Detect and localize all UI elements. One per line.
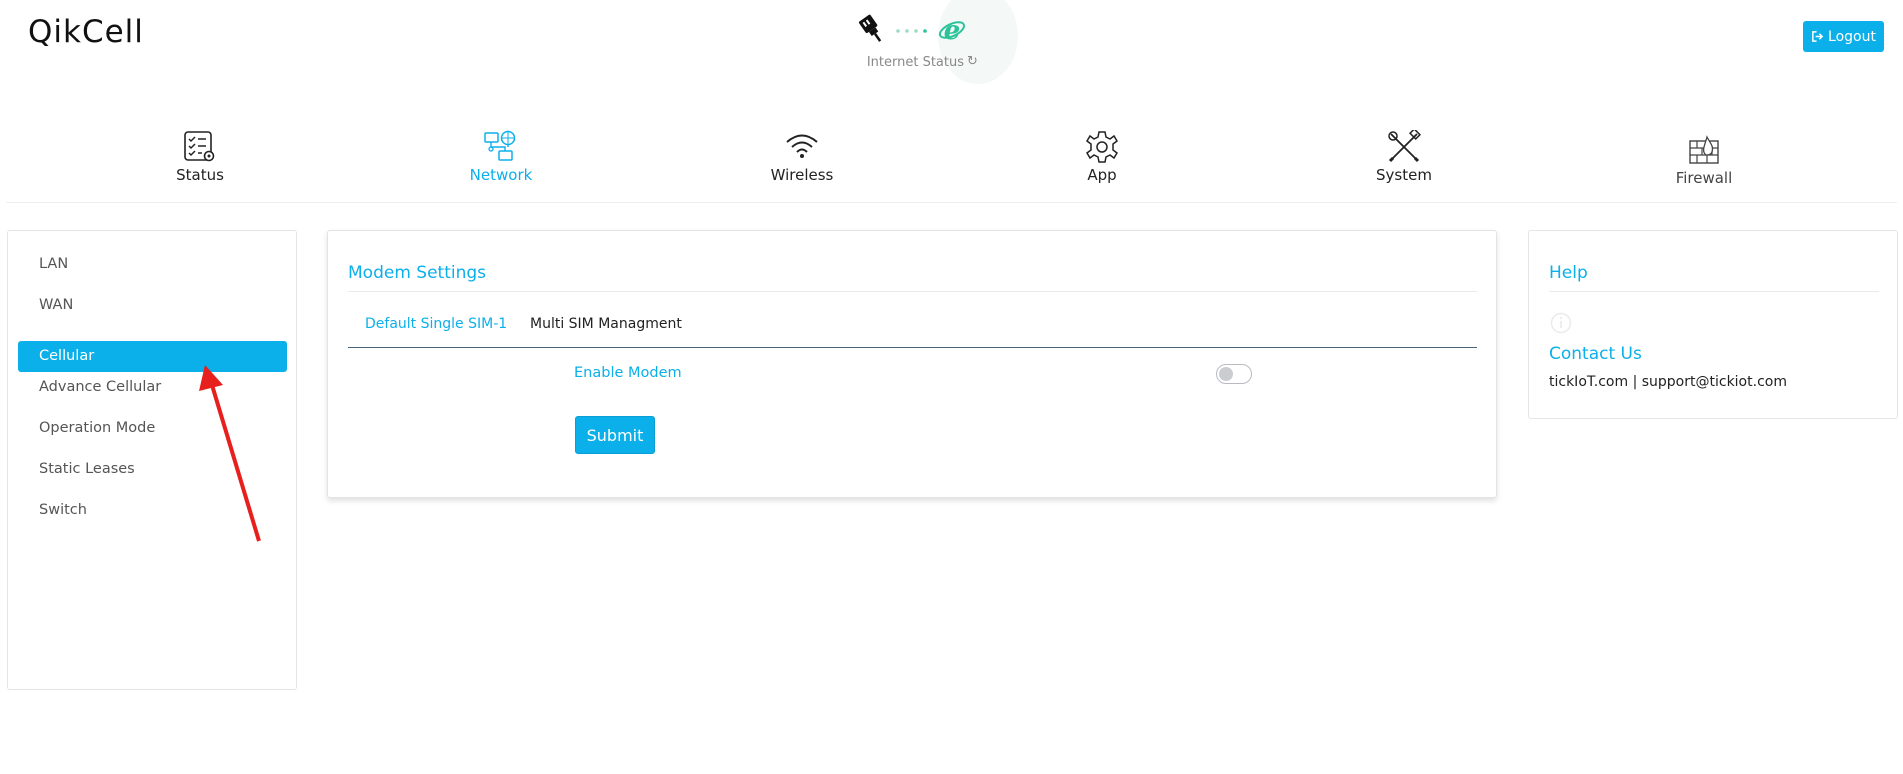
help-title: Help	[1549, 263, 1588, 283]
svg-text:e: e	[944, 16, 961, 44]
sidebar-item-cellular[interactable]: Cellular	[18, 341, 287, 372]
nav-app-label: App	[1087, 166, 1117, 184]
logout-label: Logout	[1828, 28, 1876, 45]
sidebar: LAN WAN Cellular Advance Cellular Operat…	[7, 230, 297, 690]
nav-system[interactable]: System	[1344, 130, 1464, 184]
sidebar-item-switch[interactable]: Switch	[18, 495, 287, 526]
submit-button[interactable]: Submit	[575, 416, 655, 454]
sidebar-item-operation-mode[interactable]: Operation Mode	[18, 413, 287, 444]
app-logo: QikCell	[28, 14, 144, 50]
sign-out-icon	[1812, 31, 1824, 42]
modem-settings-title: Modem Settings	[348, 263, 487, 283]
help-card: Help Contact Us tickIoT.com | support@ti…	[1528, 230, 1898, 419]
gear-icon	[1086, 131, 1118, 163]
enable-modem-toggle[interactable]	[1216, 364, 1252, 384]
refresh-icon[interactable]: ↻	[967, 54, 978, 69]
contact-info[interactable]: tickIoT.com | support@tickiot.com	[1549, 374, 1787, 390]
tab-divider	[348, 347, 1477, 348]
connection-dots	[896, 29, 927, 33]
nav-divider	[6, 202, 1897, 203]
nav-wireless-label: Wireless	[770, 166, 834, 184]
card-divider	[348, 291, 1477, 292]
toggle-knob	[1219, 367, 1233, 381]
sidebar-item-static-leases[interactable]: Static Leases	[18, 454, 287, 485]
tools-icon	[1388, 130, 1421, 163]
nav-firewall-label: Firewall	[1675, 169, 1733, 187]
sidebar-item-advance-cellular[interactable]: Advance Cellular	[18, 372, 287, 403]
firewall-icon	[1689, 135, 1719, 164]
internet-status-icons: e	[858, 14, 966, 44]
internet-status-label: Internet Status	[866, 55, 964, 70]
checklist-gear-icon	[184, 131, 215, 162]
enable-modem-label: Enable Modem	[574, 365, 682, 381]
nav-firewall[interactable]: Firewall	[1644, 130, 1764, 187]
nav-network-label: Network	[469, 166, 533, 184]
internet-status[interactable]: e Internet Status ↻	[856, 0, 1018, 84]
network-devices-icon	[484, 130, 516, 161]
info-icon	[1550, 312, 1572, 334]
nav-network[interactable]: Network	[441, 130, 561, 184]
logout-button[interactable]: Logout	[1803, 21, 1884, 52]
contact-us-title: Contact Us	[1549, 344, 1642, 364]
nav-system-label: System	[1376, 166, 1432, 184]
modem-settings-card: Modem Settings Default Single SIM-1 Mult…	[327, 230, 1497, 498]
sidebar-item-lan[interactable]: LAN	[18, 249, 287, 280]
wifi-icon	[786, 134, 818, 158]
nav-status[interactable]: Status	[140, 130, 260, 184]
tab-default-single-sim[interactable]: Default Single SIM-1	[365, 316, 507, 332]
internet-explorer-icon: e	[938, 16, 966, 44]
nav-status-label: Status	[176, 166, 224, 184]
nav-wireless[interactable]: Wireless	[742, 130, 862, 184]
nav-app[interactable]: App	[1042, 130, 1162, 184]
main-nav: Status Network Wireless App System Firew…	[0, 130, 1903, 202]
ethernet-plug-icon	[858, 14, 882, 42]
sidebar-item-wan[interactable]: WAN	[18, 290, 287, 321]
help-divider	[1549, 291, 1879, 292]
tab-multi-sim-management[interactable]: Multi SIM Managment	[530, 316, 682, 332]
